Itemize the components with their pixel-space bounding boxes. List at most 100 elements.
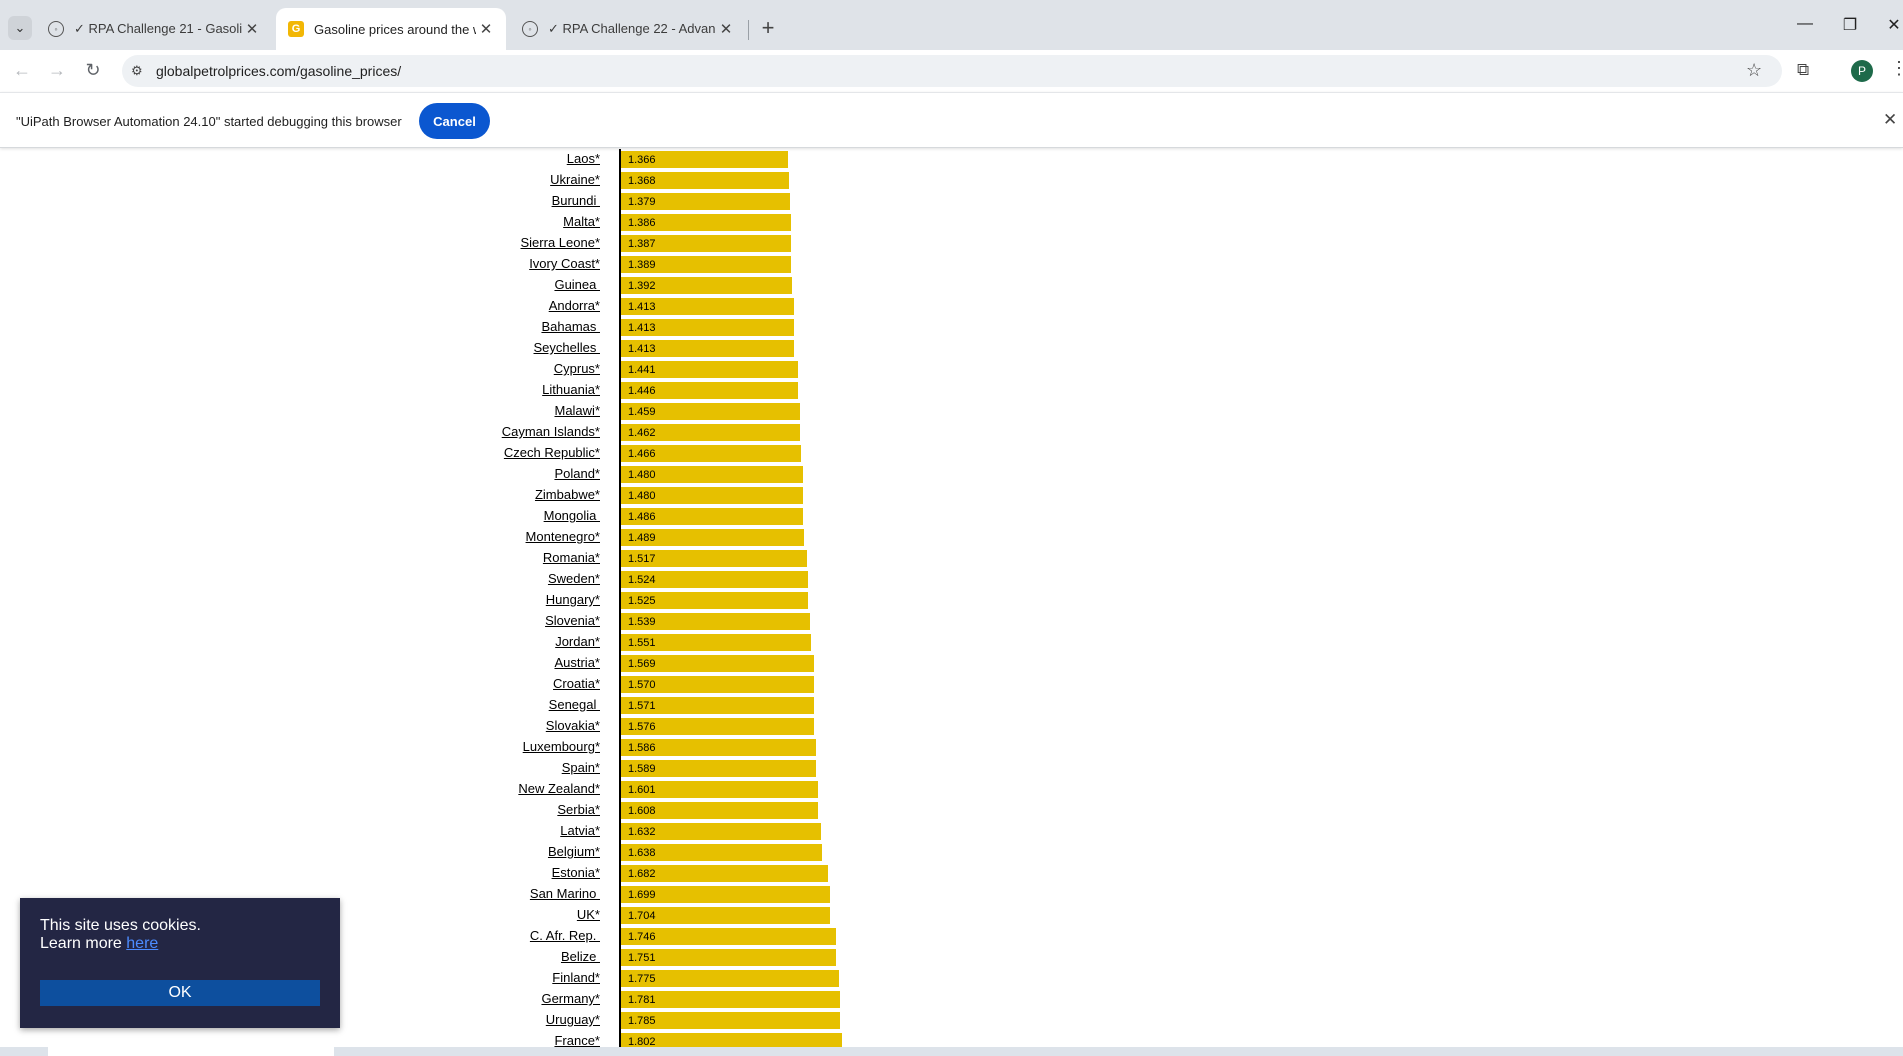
country-link[interactable]: Laos* <box>567 151 600 166</box>
country-link[interactable]: C. Afr. Rep. <box>530 928 600 943</box>
country-link[interactable]: Jordan* <box>555 634 600 649</box>
country-link[interactable]: Cayman Islands* <box>502 424 600 439</box>
close-icon[interactable]: ✕ <box>476 20 496 38</box>
country-link[interactable]: Malawi* <box>554 403 600 418</box>
reload-icon[interactable]: ↻ <box>81 60 105 81</box>
close-icon[interactable]: ✕ <box>242 20 262 38</box>
chart-row: Spain* 1.589 <box>0 758 1903 779</box>
country-link[interactable]: Seychelles <box>534 340 600 355</box>
taskbar-window[interactable] <box>48 1047 334 1056</box>
new-tab-button[interactable]: + <box>756 16 780 40</box>
price-value-label: 1.389 <box>628 259 656 271</box>
chart-row: Czech Republic* 1.466 <box>0 443 1903 464</box>
country-link[interactable]: Montenegro* <box>526 529 600 544</box>
country-link[interactable]: Estonia* <box>552 865 600 880</box>
cookie-learn-more-link[interactable]: here <box>126 935 158 952</box>
country-link[interactable]: Sweden* <box>548 571 600 586</box>
chart-row: Lithuania* 1.446 <box>0 380 1903 401</box>
cookie-banner: This site uses cookies. Learn more here … <box>20 898 340 1028</box>
country-link[interactable]: Belgium* <box>548 844 600 859</box>
country-link[interactable]: Andorra* <box>549 298 600 313</box>
chart-row: Jordan* 1.551 <box>0 632 1903 653</box>
country-link[interactable]: Germany* <box>541 991 600 1006</box>
window-close-icon[interactable]: ✕ <box>1879 15 1903 35</box>
country-link[interactable]: Slovakia* <box>546 718 600 733</box>
extensions-icon[interactable]: ⧉ <box>1797 60 1809 80</box>
country-link[interactable]: Luxembourg* <box>523 739 600 754</box>
globe-icon: ◦ <box>522 21 538 37</box>
chart-row: Burundi 1.379 <box>0 191 1903 212</box>
country-link[interactable]: Spain* <box>562 760 600 775</box>
country-link[interactable]: Czech Republic* <box>504 445 600 460</box>
country-link[interactable]: Uruguay* <box>546 1012 600 1027</box>
country-link[interactable]: France* <box>554 1033 600 1048</box>
infobar-close-icon[interactable]: ✕ <box>1883 110 1897 130</box>
country-link[interactable]: Poland* <box>554 466 600 481</box>
tab-rpa-challenge-21[interactable]: ◦ ✓ RPA Challenge 21 - Gasoline ✕ <box>36 8 272 50</box>
country-link[interactable]: Cyprus* <box>554 361 600 376</box>
country-link[interactable]: Zimbabwe* <box>535 487 600 502</box>
country-link[interactable]: Serbia* <box>557 802 600 817</box>
country-link[interactable]: Finland* <box>552 970 600 985</box>
country-link[interactable]: Ukraine* <box>550 172 600 187</box>
chart-row: Slovenia* 1.539 <box>0 611 1903 632</box>
back-arrow-icon[interactable]: ← <box>10 60 34 81</box>
country-link[interactable]: Ivory Coast* <box>529 256 600 271</box>
country-link[interactable]: Burundi <box>552 193 600 208</box>
country-link[interactable]: UK* <box>577 907 600 922</box>
country-link[interactable]: Slovenia* <box>545 613 600 628</box>
country-link[interactable]: Austria* <box>554 655 600 670</box>
country-link[interactable]: New Zealand* <box>518 781 600 796</box>
country-link[interactable]: Guinea <box>554 277 600 292</box>
minimize-icon[interactable]: — <box>1790 15 1820 33</box>
price-value-label: 1.704 <box>628 910 656 922</box>
price-value-label: 1.392 <box>628 280 656 292</box>
cookie-ok-button[interactable]: OK <box>40 980 320 1006</box>
price-value-label: 1.486 <box>628 511 656 523</box>
chart-row: Senegal 1.571 <box>0 695 1903 716</box>
price-value-label: 1.480 <box>628 490 656 502</box>
bookmark-star-icon[interactable]: ☆ <box>1746 60 1762 81</box>
cancel-button[interactable]: Cancel <box>419 103 490 139</box>
address-bar-url[interactable]: globalpetrolprices.com/gasoline_prices/ <box>156 63 401 79</box>
tab-strip: ⌄ ◦ ✓ RPA Challenge 21 - Gasoline ✕ G Ga… <box>0 0 1903 56</box>
country-link[interactable]: Latvia* <box>560 823 600 838</box>
chart-row: Ivory Coast* 1.389 <box>0 254 1903 275</box>
chart-row: Austria* 1.569 <box>0 653 1903 674</box>
price-value-label: 1.466 <box>628 448 656 460</box>
tab-rpa-challenge-22[interactable]: ◦ ✓ RPA Challenge 22 - Advance ✕ <box>510 8 746 50</box>
restore-icon[interactable]: ❐ <box>1835 15 1865 35</box>
country-link[interactable]: Mongolia <box>544 508 600 523</box>
country-link[interactable]: Hungary* <box>546 592 600 607</box>
country-link[interactable]: Senegal <box>549 697 600 712</box>
country-link[interactable]: San Marino <box>530 886 600 901</box>
chart-row: Seychelles 1.413 <box>0 338 1903 359</box>
country-link[interactable]: Belize <box>561 949 600 964</box>
tab-separator <box>748 20 749 40</box>
profile-avatar[interactable]: P <box>1851 60 1873 82</box>
chart-row: Poland* 1.480 <box>0 464 1903 485</box>
country-link[interactable]: Romania* <box>543 550 600 565</box>
tab-search-button[interactable]: ⌄ <box>8 16 32 40</box>
forward-arrow-icon[interactable]: → <box>45 60 69 81</box>
close-icon[interactable]: ✕ <box>716 20 736 38</box>
country-link[interactable]: Sierra Leone* <box>521 235 601 250</box>
chart-row: Croatia* 1.570 <box>0 674 1903 695</box>
price-value-label: 1.608 <box>628 805 656 817</box>
country-link[interactable]: Lithuania* <box>542 382 600 397</box>
price-value-label: 1.576 <box>628 721 656 733</box>
tab-gasoline-prices[interactable]: G Gasoline prices around the wor ✕ <box>276 8 506 50</box>
chart-row: Cyprus* 1.441 <box>0 359 1903 380</box>
price-value-label: 1.682 <box>628 868 656 880</box>
country-link[interactable]: Bahamas <box>541 319 600 334</box>
more-menu-icon[interactable]: ⋮ <box>1890 58 1903 79</box>
country-link[interactable]: Malta* <box>563 214 600 229</box>
price-value-label: 1.413 <box>628 322 656 334</box>
chart-row: Luxembourg* 1.586 <box>0 737 1903 758</box>
site-info-icon[interactable]: ⚙ <box>131 63 143 79</box>
cookie-message-line1: This site uses cookies. <box>40 917 201 934</box>
chart-row: Serbia* 1.608 <box>0 800 1903 821</box>
country-link[interactable]: Croatia* <box>553 676 600 691</box>
price-value-label: 1.524 <box>628 574 656 586</box>
debugging-infobar: "UiPath Browser Automation 24.10" starte… <box>0 92 1903 148</box>
